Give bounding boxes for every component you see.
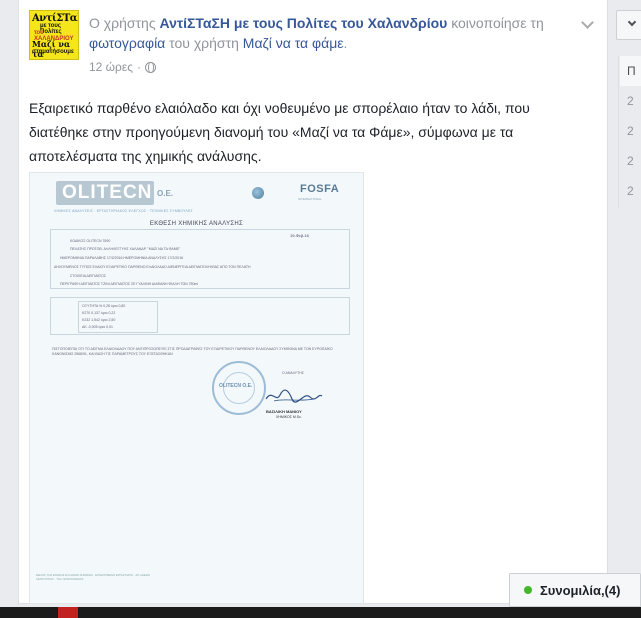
report-row: ΔΗΛΟΥΜΕΝΟΣ ΤΥΠΟΣ ΕΛΑΙΟΥ ΕΞΑΙΡΕΤΙΚΟ ΠΑΡΘΕ… (54, 265, 251, 269)
globe-icon[interactable] (145, 61, 157, 73)
author-link[interactable]: ΑντίΣΤαΣΗ με τους Πολίτες του Χαλανδρίου (159, 15, 447, 31)
sidebar-item[interactable]: Π (627, 64, 636, 78)
sidebar-item[interactable]: 2 (627, 124, 634, 138)
taskbar-app-icon[interactable] (58, 607, 78, 618)
online-status-icon (524, 586, 532, 594)
chat-bar[interactable]: Συνομιλία,(4) (509, 573, 641, 607)
lab-stamp: OLITECN Ο.Ε. (212, 361, 266, 415)
report-row: ΗΜΕΡΟΜΗΝΙΑ ΠΑΡΑΛΑΒΗΣ 17/2/2016 ΗΜΕΡΟΜΗΝΙ… (60, 256, 184, 260)
chevron-down-icon[interactable] (581, 18, 593, 30)
report-date: 19-Φεβ-16 (290, 233, 309, 238)
result-row: ΔK -0,005 όριο 0,01 (82, 325, 113, 329)
olitecn-tagline: ΧΗΜΙΚΕΣ ΑΝΑΛΥΣΕΙΣ · ΕΡΓΑΣΤΗΡΙΑΚΟΣ ΕΛΕΓΧΟ… (54, 209, 193, 213)
post-card: ΑντίΣΤαΣΗ με τους Πολίτες του ΧΑΛΑΝΔΡΙΟΥ… (18, 0, 608, 604)
meta-separator: · (137, 60, 142, 74)
globe-emblem-icon (252, 187, 264, 199)
report-row: ΣΤΟΙΧΕΙΑ ΔΕΙΓΜΑΤΟΣ (70, 274, 107, 278)
source-user-link[interactable]: Μαζί να τα φάμε (243, 35, 344, 51)
sidebar-dropdown-button[interactable] (616, 10, 641, 40)
olitecn-logo: OLITECN (56, 181, 154, 205)
sidebar-item[interactable]: 2 (627, 184, 634, 198)
headline-period: . (343, 35, 348, 51)
headline-of-user: του χρήστη (169, 35, 239, 51)
report-row: ΠΕΡΙΓΡΑΦΗ ΔΕΙΓΜΑΤΟΣ ΤΖΙΝΙ ΔΕΙΓΜΑΤΟΣ ΣΕ Γ… (60, 282, 199, 286)
result-row: ΟΞΥΤΗΤΑ % 0,28 όριο 0,80 (82, 304, 126, 308)
report-title: ΕΚΘΕΣΗ ΧΗΜΙΚΗΣ ΑΝΑΛΥΣΗΣ (149, 221, 244, 227)
analyst-label: Ο ΑΝΑΛΥΤΗΣ (282, 371, 304, 375)
page-avatar[interactable]: ΑντίΣΤαΣΗ με τους Πολίτες του ΧΑΛΑΝΔΡΙΟΥ… (29, 10, 79, 60)
result-row: K270 0,137 όριο 0,22 (82, 311, 116, 315)
report-footer: ΜΕΛΟΣ ΤΗΣ ΕΝΩΣΗΣ ΕΛΛΗΝΩΝ ΧΗΜΙΚΩΝ · ΕΓΚΕΚ… (36, 573, 151, 581)
post-meta: 12 ώρες · (89, 60, 157, 74)
sidebar-item[interactable]: 2 (627, 154, 634, 168)
signature-icon (265, 389, 323, 403)
sidebar-item[interactable]: 2 (627, 94, 634, 108)
avatar-line-5: σταματήσουμε (32, 49, 74, 55)
analyst-name: ΒΑΣΙΛΙΚΗ ΜΑΝΙΟΥ (266, 409, 302, 414)
facebook-page: ΑντίΣΤαΣΗ με τους Πολίτες του ΧΑΛΑΝΔΡΙΟΥ… (0, 0, 641, 618)
post-text: Εξαιρετικό παρθένο ελαιόλαδο και όχι νοθ… (29, 100, 530, 164)
chat-label: Συνομιλία,(4) (540, 582, 621, 598)
timestamp-link[interactable]: 12 ώρες (89, 60, 133, 74)
post-header: ΑντίΣΤαΣΗ με τους Πολίτες του ΧΑΛΑΝΔΡΙΟΥ… (29, 8, 597, 80)
result-row: K232 1,542 όριο 2,50 (82, 318, 116, 322)
sidebar-year-list: Π 2 2 2 2 (618, 56, 641, 208)
report-row: ΚΩΔΙΚΟΣ OLITECN 7690 (70, 239, 111, 243)
fosfa-tagline: INTERNATIONAL (298, 197, 322, 201)
photo-link[interactable]: φωτογραφία (89, 35, 165, 51)
lab-stamp-text: OLITECN Ο.Ε. (219, 383, 253, 389)
fosfa-logo: FOSFA (300, 183, 340, 195)
headline-prefix: Ο χρήστης (89, 15, 156, 31)
analyst-role: ΧΗΜΙΚΟΣ M.Sc. (276, 415, 302, 419)
report-row: ΠΕΛΑΤΗΣ ΠΡΩΤΟΒ. ΑΛΛΗΛΕΓΓΥΗΣ ΧΑΛΑΝΔΡ. "ΜΑ… (70, 247, 181, 251)
headline-shared: κοινοποίησε τη (451, 15, 544, 31)
certification-note: ΠΙΣΤΟΠΟΙΕΙΤΑΙ ΟΤΙ ΤΟ ΔΕΙΓΜΑ ΕΛΑΙΟΛΑΔΟΥ Π… (52, 347, 333, 356)
chevron-down-icon (627, 17, 637, 27)
post-headline: Ο χρήστης ΑντίΣΤαΣΗ με τους Πολίτες του … (89, 13, 567, 53)
shared-photo[interactable]: OLITECN Ο.Ε. ΧΗΜΙΚΕΣ ΑΝΑΛΥΣΕΙΣ · ΕΡΓΑΣΤΗ… (29, 172, 364, 604)
olitecn-logo-suffix: Ο.Ε. (157, 189, 174, 198)
taskbar (0, 607, 641, 618)
